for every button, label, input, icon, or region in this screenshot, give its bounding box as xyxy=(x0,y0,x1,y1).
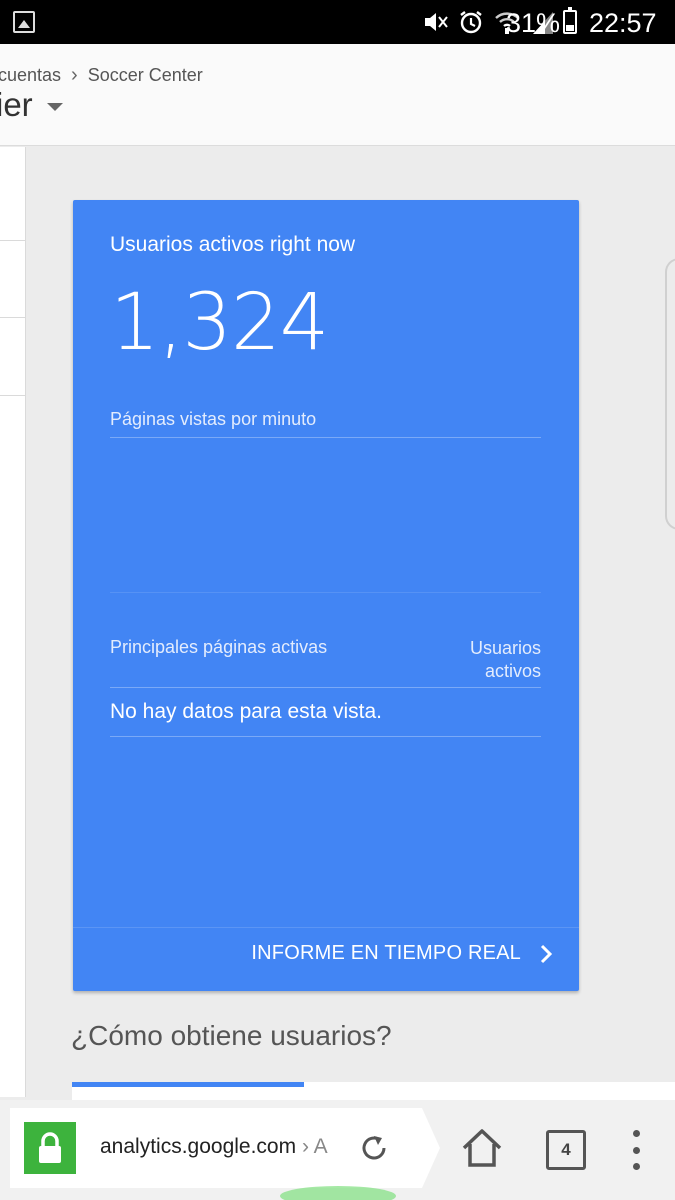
lock-icon[interactable] xyxy=(24,1122,76,1174)
analytics-header: cuentas › Soccer Center ier xyxy=(0,44,675,146)
url-text: analytics.google.com › A xyxy=(100,1135,350,1159)
reload-icon[interactable] xyxy=(358,1132,390,1164)
tab-switcher-button[interactable]: 4 xyxy=(546,1130,586,1170)
acquisition-tabs[interactable] xyxy=(72,1082,675,1100)
breadcrumb: cuentas › Soccer Center xyxy=(0,64,203,87)
address-bar[interactable]: analytics.google.com › A xyxy=(10,1108,440,1188)
realtime-card: Usuarios activos right now 1,324 Páginas… xyxy=(73,200,579,991)
chevron-right-icon xyxy=(540,944,553,963)
divider xyxy=(0,317,26,318)
next-card-peek[interactable] xyxy=(665,258,675,530)
breadcrumb-account[interactable]: Soccer Center xyxy=(88,65,203,86)
divider xyxy=(73,927,579,928)
card-title: Usuarios activos right now xyxy=(110,233,356,256)
battery-icon xyxy=(563,7,577,34)
breadcrumb-accounts[interactable]: cuentas xyxy=(0,65,61,86)
active-users-count: 1,324 xyxy=(110,278,329,368)
image-notification-icon xyxy=(13,11,35,33)
divider xyxy=(110,736,541,737)
dropdown-caret-icon xyxy=(46,103,63,111)
property-selector[interactable]: ier xyxy=(0,86,63,124)
pageviews-chart xyxy=(110,438,541,593)
gesture-indicator xyxy=(280,1186,396,1200)
top-pages-label: Principales páginas activas xyxy=(110,637,328,657)
url-host: analytics.google.com xyxy=(100,1135,297,1158)
pageviews-label: Páginas vistas por minuto xyxy=(110,409,317,429)
alarm-icon xyxy=(460,11,482,34)
section-title: ¿Cómo obtiene usuarios? xyxy=(71,1020,392,1051)
realtime-report-label: INFORME EN TIEMPO REAL xyxy=(251,942,521,964)
overflow-menu-icon[interactable] xyxy=(626,1130,646,1170)
chart-baseline xyxy=(110,592,541,593)
active-tab-indicator xyxy=(72,1082,304,1087)
nav-drawer-edge[interactable] xyxy=(0,147,26,1097)
clock: 22:57 xyxy=(589,8,657,38)
status-bar: 31% 22:57 xyxy=(0,0,675,44)
mute-icon xyxy=(425,13,448,31)
active-users-column-label: Usuarios activos xyxy=(469,638,541,681)
property-title: ier xyxy=(0,86,33,123)
divider xyxy=(0,395,26,396)
home-icon[interactable] xyxy=(460,1126,504,1170)
divider xyxy=(110,687,541,688)
no-data-message: No hay datos para esta vista. xyxy=(110,700,382,723)
browser-toolbar: analytics.google.com › A 4 xyxy=(0,1100,675,1200)
battery-percent: 31% xyxy=(506,8,561,38)
chevron-right-icon: › xyxy=(71,64,78,86)
tab-count: 4 xyxy=(561,1140,571,1159)
realtime-report-link[interactable]: INFORME EN TIEMPO REAL xyxy=(251,942,553,965)
url-path: › A xyxy=(296,1135,328,1158)
divider xyxy=(0,240,26,241)
